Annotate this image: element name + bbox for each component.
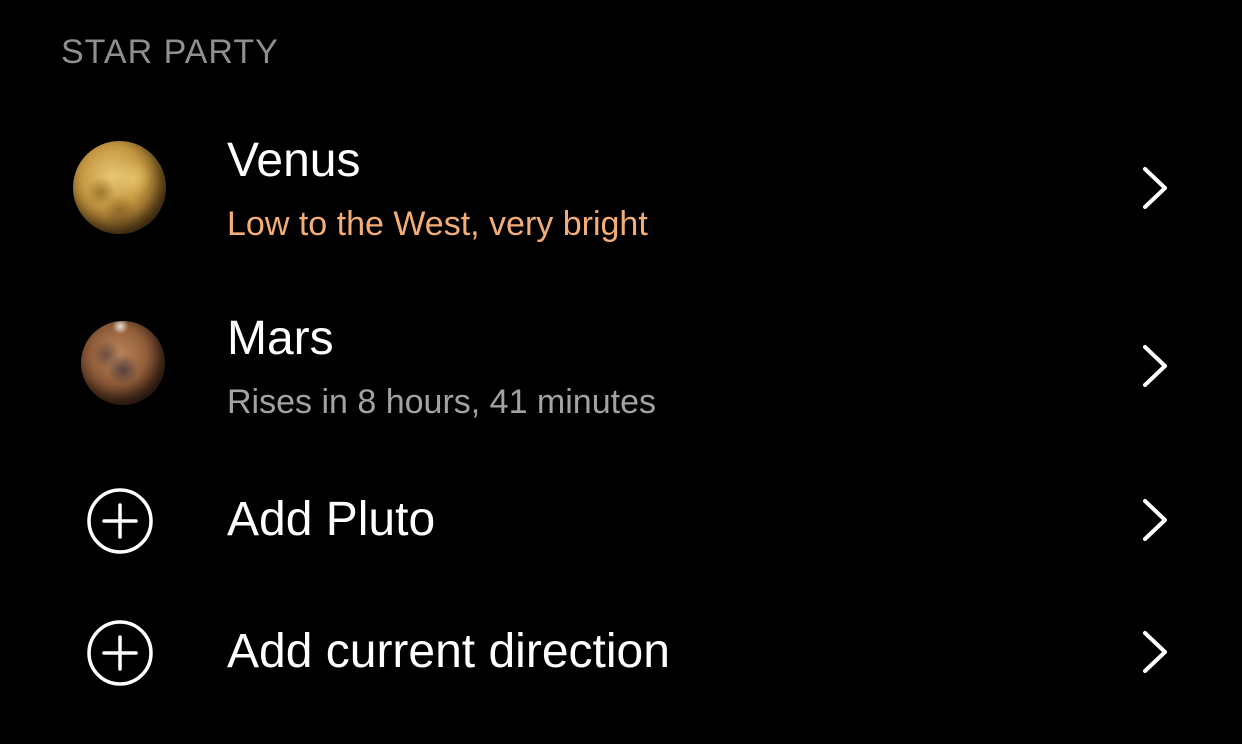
section-header: STAR PARTY [61,33,279,71]
chevron-right-icon [1143,167,1167,209]
chevron-right-icon [1143,631,1167,673]
add-current-direction-label: Add current direction [227,625,670,678]
list-item-mars[interactable]: Mars Rises in 8 hours, 41 minutes [0,296,1242,444]
list-item-venus[interactable]: Venus Low to the West, very bright [0,118,1242,266]
plus-circle-icon [87,488,153,554]
item-title: Venus [227,134,361,187]
item-title: Mars [227,312,334,365]
venus-planet-image [73,141,166,234]
chevron-right-icon [1143,345,1167,387]
mars-planet-image [81,321,165,405]
chevron-right-icon [1143,499,1167,541]
item-subtitle: Low to the West, very bright [227,205,648,243]
item-subtitle: Rises in 8 hours, 41 minutes [227,383,656,421]
add-pluto-row[interactable]: Add Pluto [0,470,1242,570]
add-pluto-label: Add Pluto [227,493,436,546]
plus-circle-icon [87,620,153,686]
add-current-direction-row[interactable]: Add current direction [0,602,1242,702]
